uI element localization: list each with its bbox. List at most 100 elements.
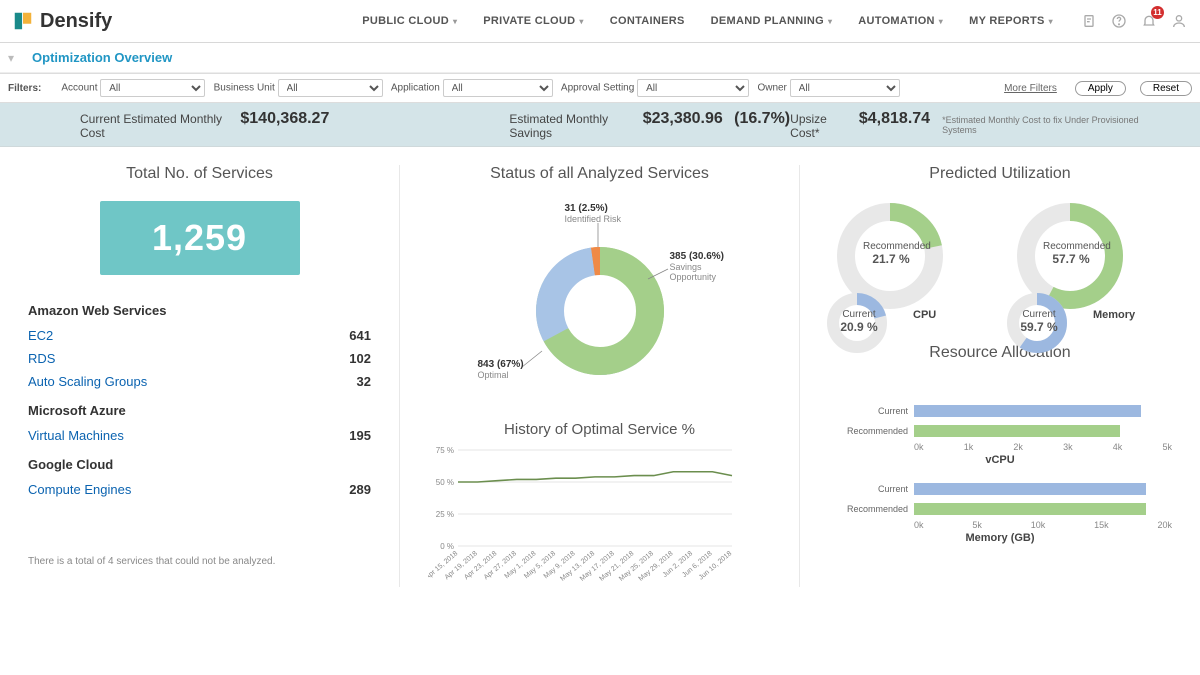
alloc-axis: 0k5k10k15k20k [914, 520, 1172, 530]
utilization-title: Predicted Utilization [828, 165, 1172, 183]
gauges: Recommended21.7 %Current20.9 %CPU Recomme… [828, 201, 1172, 314]
service-row: RDS 102 [28, 347, 371, 370]
summary-strip: Current Estimated Monthly Cost $140,368.… [0, 103, 1200, 147]
service-group-heading: Microsoft Azure [28, 403, 371, 418]
summary-savings-pct: (16.7%) [734, 110, 790, 128]
services-title: Total No. of Services [28, 165, 371, 183]
titlebar: ▾ Optimization Overview [0, 43, 1200, 73]
nav-item-demand-planning[interactable]: DEMAND PLANNING▾ [711, 15, 833, 27]
summary-savings-value: $23,380.96 [643, 110, 723, 128]
filter-label: Approval Setting [561, 83, 634, 94]
page-title: Optimization Overview [32, 50, 172, 65]
filters-heading: Filters: [8, 83, 41, 94]
alloc-bar-current: Current [828, 480, 1172, 498]
gauge-memory: Recommended57.7 %Current59.7 %Memory [1015, 201, 1165, 314]
chevron-down-icon: ▾ [939, 17, 943, 26]
service-group-heading: Google Cloud [28, 457, 371, 472]
service-link[interactable]: RDS [28, 351, 55, 366]
service-group-heading: Amazon Web Services [28, 303, 371, 318]
nav-item-my-reports[interactable]: MY REPORTS▾ [969, 15, 1053, 27]
summary-cost: Current Estimated Monthly Cost $140,368.… [80, 110, 329, 140]
filter-select-application[interactable]: All [443, 79, 553, 97]
alloc-block: Current Recommended 0k1k2k3k4k5k vCPU [828, 402, 1172, 466]
service-row: Auto Scaling Groups 32 [28, 370, 371, 393]
service-count: 195 [349, 428, 371, 443]
summary-upsize: Upsize Cost* $4,818.74 *Estimated Monthl… [790, 110, 1160, 140]
brand-logo[interactable]: Densify [12, 10, 112, 33]
bell-icon[interactable]: 11 [1140, 12, 1158, 30]
alloc-axis-label: vCPU [828, 454, 1172, 466]
gauge-cpu: Recommended21.7 %Current20.9 %CPU [835, 201, 985, 314]
chevron-down-icon: ▾ [579, 17, 583, 26]
service-link[interactable]: Compute Engines [28, 482, 131, 497]
help-icon[interactable] [1110, 12, 1128, 30]
status-title: Status of all Analyzed Services [428, 165, 771, 183]
filter-select-account[interactable]: All [100, 79, 205, 97]
nav-item-private-cloud[interactable]: PRIVATE CLOUD▾ [483, 15, 583, 27]
brand-name: Densify [40, 10, 112, 33]
funnel-icon[interactable]: ▾ [8, 51, 14, 65]
history-line-chart: Apr 15, 2018Apr 19, 2018Apr 23, 2018Apr … [428, 444, 738, 584]
history-title: History of Optimal Service % [428, 421, 771, 438]
more-filters-link[interactable]: More Filters [1004, 83, 1057, 94]
main-nav: PUBLIC CLOUD▾ PRIVATE CLOUD▾ CONTAINERS DEM… [362, 15, 1053, 27]
summary-savings-label: Estimated Monthly Savings [509, 112, 638, 140]
allocation-charts: CurrentRecommended0k1k2k3k4k5kvCPUCurren… [828, 402, 1172, 544]
service-count: 289 [349, 482, 371, 497]
user-icon[interactable] [1170, 12, 1188, 30]
service-count: 32 [357, 374, 371, 389]
donut-label-risk: 31 (2.5%)Identified Risk [565, 203, 622, 224]
status-donut-chart: 31 (2.5%)Identified Risk 385 (30.6%)Savi… [470, 201, 730, 401]
clipboard-icon[interactable] [1080, 12, 1098, 30]
services-footnote: There is a total of 4 services that coul… [28, 556, 371, 567]
service-row: EC2 641 [28, 324, 371, 347]
service-count: 641 [349, 328, 371, 343]
service-link[interactable]: EC2 [28, 328, 53, 343]
alloc-bar-current: Current [828, 402, 1172, 420]
summary-savings: Estimated Monthly Savings $23,380.96 (16… [509, 110, 790, 140]
svg-text:75 %: 75 % [436, 446, 454, 455]
densify-icon [12, 10, 34, 32]
chevron-down-icon: ▾ [453, 17, 457, 26]
alloc-block: CurrentRecommended0k5k10k15k20kMemory (G… [828, 480, 1172, 544]
service-row: Compute Engines 289 [28, 478, 371, 501]
filter-label: Account [61, 83, 97, 94]
filter-select-owner[interactable]: All [790, 79, 900, 97]
svg-text:25 %: 25 % [436, 510, 454, 519]
filter-label: Owner [757, 83, 786, 94]
svg-text:50 %: 50 % [436, 478, 454, 487]
alloc-axis: 0k1k2k3k4k5k [914, 442, 1172, 452]
svg-text:0 %: 0 % [440, 542, 454, 551]
service-link[interactable]: Virtual Machines [28, 428, 124, 443]
apply-button[interactable]: Apply [1075, 81, 1126, 96]
summary-upsize-label: Upsize Cost* [790, 112, 855, 140]
filter-label: Application [391, 83, 440, 94]
reset-button[interactable]: Reset [1140, 81, 1192, 96]
service-count: 102 [349, 351, 371, 366]
summary-upsize-note: *Estimated Monthly Cost to fix Under Pro… [942, 115, 1160, 135]
main-content: Total No. of Services 1,259 Amazon Web S… [0, 147, 1200, 605]
filter-label: Business Unit [214, 83, 275, 94]
nav-item-containers[interactable]: CONTAINERS [610, 15, 685, 27]
services-panel: Total No. of Services 1,259 Amazon Web S… [0, 165, 400, 587]
summary-upsize-value: $4,818.74 [859, 110, 930, 128]
alloc-bar-recommended: Recommended [828, 422, 1172, 440]
utilization-panel: Predicted Utilization Recommended21.7 %C… [800, 165, 1200, 587]
donut-label-optimal: 843 (67%)Optimal [478, 359, 524, 380]
notification-badge: 11 [1151, 6, 1164, 19]
topbar: Densify PUBLIC CLOUD▾ PRIVATE CLOUD▾ CONTA… [0, 0, 1200, 43]
chevron-down-icon: ▾ [1049, 17, 1053, 26]
filter-select-business-unit[interactable]: All [278, 79, 383, 97]
nav-item-public-cloud[interactable]: PUBLIC CLOUD▾ [362, 15, 457, 27]
donut-label-savings: 385 (30.6%)Savings Opportunity [670, 251, 730, 282]
service-link[interactable]: Auto Scaling Groups [28, 374, 147, 389]
nav-item-automation[interactable]: AUTOMATION▾ [858, 15, 943, 27]
total-services-card: 1,259 [100, 201, 300, 275]
status-panel: Status of all Analyzed Services [400, 165, 800, 587]
filter-select-approval-setting[interactable]: All [637, 79, 749, 97]
service-row: Virtual Machines 195 [28, 424, 371, 447]
chevron-down-icon: ▾ [828, 17, 832, 26]
summary-cost-value: $140,368.27 [240, 110, 329, 128]
filter-bar: Filters: Account All Business Unit All A… [0, 73, 1200, 103]
header-actions: 11 [1080, 12, 1188, 30]
